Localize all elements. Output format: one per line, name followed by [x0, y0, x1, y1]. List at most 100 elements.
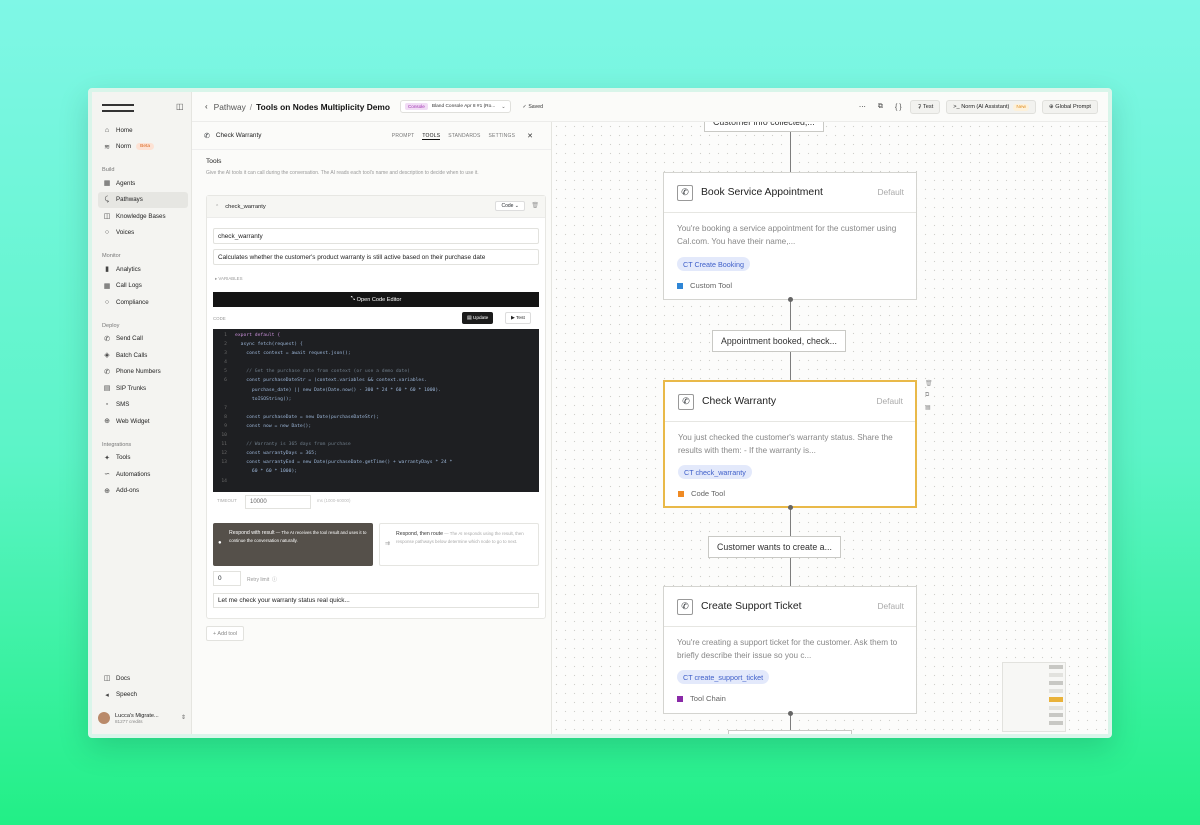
sidebar-toggle-icon[interactable]: ◫ [176, 102, 184, 111]
node-type: Custom Tool [677, 281, 732, 290]
sidebar-item-knowledge-bases[interactable]: ◫ Knowledge Bases [98, 208, 188, 225]
tools-icon: ✦ [104, 454, 110, 462]
toolbar-right: ⋯ ⧉ { } ⚳ Test >_ Norm (AI Assistant) New… [856, 100, 1098, 114]
tool-description-input[interactable]: Calculates whether the customer's produc… [213, 249, 539, 265]
breadcrumb-parent[interactable]: Pathway [214, 102, 246, 112]
edge-handle[interactable] [788, 711, 793, 716]
test-button-label: Test [922, 104, 934, 110]
code-line: 8 const purchaseDate = new Date(purchase… [213, 413, 539, 422]
section-deploy: Deploy [102, 322, 120, 329]
node-title: Create Support Ticket [701, 601, 802, 612]
message-icon: ● [218, 540, 222, 546]
bland-logo [102, 104, 134, 112]
test-button[interactable]: ⚳ Test [910, 100, 941, 114]
node-tool-tag: CT Create Booking [677, 257, 750, 271]
sidebar-item-sms[interactable]: ▫ SMS [98, 397, 188, 414]
console-select[interactable]: Console Bland Console Apr 8 #1 (Ro... ⌄ [399, 100, 511, 113]
global-prompt-button[interactable]: ⊕ Global Prompt [1041, 100, 1098, 114]
minimap-node [1049, 689, 1063, 693]
node-check-warranty[interactable]: ✆ Check Warranty Default You just checke… [663, 380, 917, 508]
test-code-label: Test [516, 315, 525, 321]
node-book-service-appointment[interactable]: ✆ Book Service Appointment Default You'r… [663, 172, 917, 300]
edge-handle[interactable] [788, 297, 793, 302]
update-button[interactable]: ▤ Update [462, 312, 494, 324]
minimap-node [1049, 706, 1063, 710]
code-line-text: export default { [235, 333, 281, 338]
code-editor[interactable]: 1 export default {2 async fetch(request) … [213, 329, 539, 492]
sidebar-item-pathways[interactable]: ⤹ Pathways [98, 191, 188, 208]
copy-icon[interactable]: ⧉ [874, 103, 886, 111]
node-more-icon[interactable]: ▦ [925, 404, 931, 411]
edge-label-top[interactable]: Customer info collected,... [704, 122, 824, 132]
tool-name-input[interactable]: check_warranty [213, 228, 539, 244]
variables-toggle[interactable]: ▸ VARIABLES [215, 276, 243, 282]
node-description: You just checked the customer's warranty… [678, 433, 893, 455]
user-name: Lucca's Migrate... [115, 712, 159, 719]
tab-settings[interactable]: SETTINGS [489, 133, 516, 139]
tab-tools[interactable]: TOOLS [422, 133, 441, 140]
timeout-input[interactable]: 10000 [245, 495, 311, 509]
sidebar-item-add-ons[interactable]: ⊕ Add-ons [98, 483, 188, 500]
breadcrumb-separator: / [249, 101, 253, 112]
minimap-node [1049, 721, 1063, 725]
edge-label-bottom[interactable] [728, 730, 852, 734]
code-line-number: 2 [224, 342, 227, 348]
sidebar-item-batch-calls[interactable]: ◈ Batch Calls [98, 347, 188, 364]
sidebar-item-web-widget[interactable]: ⊕ Web Widget [98, 413, 188, 430]
sidebar-item-norm[interactable]: ≋ Norm Beta [98, 139, 188, 156]
tab-prompt[interactable]: PROMPT [392, 133, 415, 139]
edge-handle[interactable] [788, 505, 793, 510]
node-duplicate-icon[interactable]: ⧉ [925, 392, 929, 399]
respond-with-result-option[interactable]: ● Respond with result — The AI receives … [213, 523, 373, 566]
minimap[interactable] [1002, 662, 1066, 732]
close-icon[interactable]: ✕ [527, 132, 533, 140]
tool-card-header[interactable]: ⌃ check_warranty [207, 196, 545, 218]
sidebar-item-send-call[interactable]: ✆ Send Call [98, 331, 188, 348]
sidebar-item-label: Home [116, 126, 133, 134]
pathway-canvas[interactable]: Customer info collected,... ✆ Book Servi… [552, 122, 1108, 734]
code-line: 5 // Get the purchase date from context … [213, 367, 539, 376]
sidebar-item-call-logs[interactable]: ▦ Call Logs [98, 278, 188, 295]
back-chevron-icon[interactable]: ‹ [205, 102, 208, 111]
node-default-badge: Default [876, 396, 903, 406]
retry-limit-input[interactable]: 0 [213, 571, 241, 586]
sidebar-item-speech[interactable]: ◂ Speech [98, 687, 188, 704]
user-menu[interactable]: Lucca's Migrate... 81277 credits ⇕ [98, 712, 188, 724]
trash-icon[interactable]: 🗑 [531, 202, 539, 209]
sidebar-item-sip-trunks[interactable]: ▤ SIP Trunks [98, 380, 188, 397]
respond-then-route-option[interactable]: ⇉ Respond, then route — The AI responds … [379, 523, 539, 566]
node-type: Tool Chain [677, 694, 726, 703]
open-code-editor-button[interactable]: ⤡ Open Code Editor [213, 292, 539, 307]
tab-standards[interactable]: STANDARDS [448, 133, 480, 139]
edge-label-appointment-booked[interactable]: Appointment booked, check... [712, 330, 846, 352]
saved-status: ✓ Saved [522, 103, 544, 110]
chevron-up-icon[interactable]: ⌃ [215, 204, 219, 210]
edge-label-customer-wants-ticket[interactable]: Customer wants to create a... [708, 536, 841, 558]
sidebar-item-voices[interactable]: ○ Voices [98, 225, 188, 242]
sidebar-item-compliance[interactable]: ○ Compliance [98, 294, 188, 311]
info-icon[interactable]: ⓘ [272, 577, 277, 583]
message-icon: ▫ [105, 401, 109, 409]
norm-assistant-button[interactable]: >_ Norm (AI Assistant) New [946, 100, 1036, 114]
sidebar-item-phone-numbers[interactable]: ✆ Phone Numbers [98, 364, 188, 381]
speech-during-tool-input[interactable]: Let me check your warranty status real q… [213, 593, 539, 608]
sidebar-item-agents[interactable]: ▦ Agents [98, 175, 188, 192]
shield-icon: ○ [104, 298, 110, 306]
code-braces-icon[interactable]: { } [892, 104, 904, 111]
code-line: 12 const warrantyDays = 365; [213, 449, 539, 458]
sidebar-item-analytics[interactable]: ▮ Analytics [98, 261, 188, 278]
add-tool-button[interactable]: + Add tool [206, 626, 245, 641]
sidebar-item-automations[interactable]: ∽ Automations [98, 466, 188, 483]
sidebar-item-docs[interactable]: ◫ Docs [98, 670, 188, 687]
code-line: 7 [213, 404, 539, 413]
sidebar-item-tools[interactable]: ✦ Tools [98, 450, 188, 467]
chevron-updown-icon: ⇕ [180, 715, 186, 721]
node-create-support-ticket[interactable]: ✆ Create Support Ticket Default You're c… [663, 586, 917, 714]
node-delete-icon[interactable]: 🗑 [925, 380, 933, 387]
more-icon[interactable]: ⋯ [856, 103, 868, 111]
tool-type-select[interactable]: Code ⌄ [495, 201, 525, 211]
test-code-button[interactable]: ▶ Test [505, 312, 531, 324]
sidebar-item-home[interactable]: ⌂ Home [98, 122, 188, 139]
code-label: CODE [213, 316, 226, 321]
new-badge: New [1013, 103, 1029, 111]
